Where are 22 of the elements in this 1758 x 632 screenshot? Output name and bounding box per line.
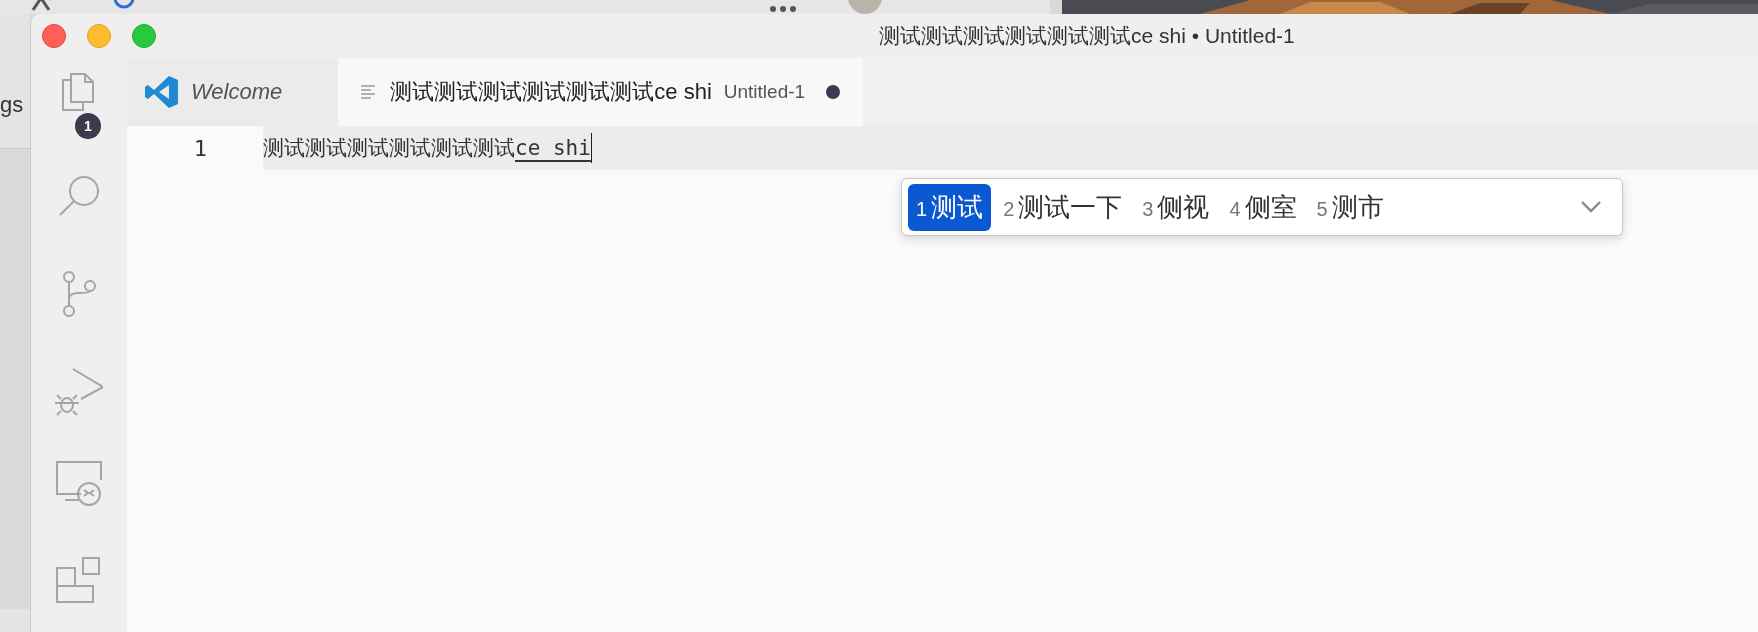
unsaved-dot-icon[interactable]: [825, 84, 842, 100]
text-cursor: [590, 133, 592, 163]
zoom-button[interactable]: [132, 24, 156, 48]
chevron-down-icon[interactable]: [1580, 200, 1602, 214]
candidate-item[interactable]: 3侧视: [1134, 183, 1218, 231]
editor-tab[interactable]: 测试测试测试测试测试测试ce shi Untitled-1: [338, 58, 864, 126]
remote-icon[interactable]: [55, 460, 103, 509]
candidate-item[interactable]: 5 测市: [1308, 183, 1392, 231]
candidate-item[interactable]: 2测试一下: [995, 183, 1131, 231]
close-button[interactable]: [42, 24, 66, 48]
logo-icon: [145, 75, 179, 109]
editor-tab[interactable]: Welcome: [127, 58, 339, 126]
extensions-icon[interactable]: [55, 556, 103, 605]
minimize-button[interactable]: [87, 24, 111, 48]
more-icon: [768, 4, 798, 14]
background-app-text: gs: [0, 92, 24, 118]
count-badge: 1: [75, 113, 101, 139]
line-number: 1: [192, 135, 207, 161]
window-title: 测试测试测试测试测试测试ce shi • Untitled-1: [879, 23, 1295, 49]
code-text: 测试测试测试测试测试测试ce shi: [263, 135, 591, 162]
candidate-item[interactable]: 1 测试: [908, 183, 992, 231]
candidate-item[interactable]: 4 侧室: [1221, 183, 1305, 231]
